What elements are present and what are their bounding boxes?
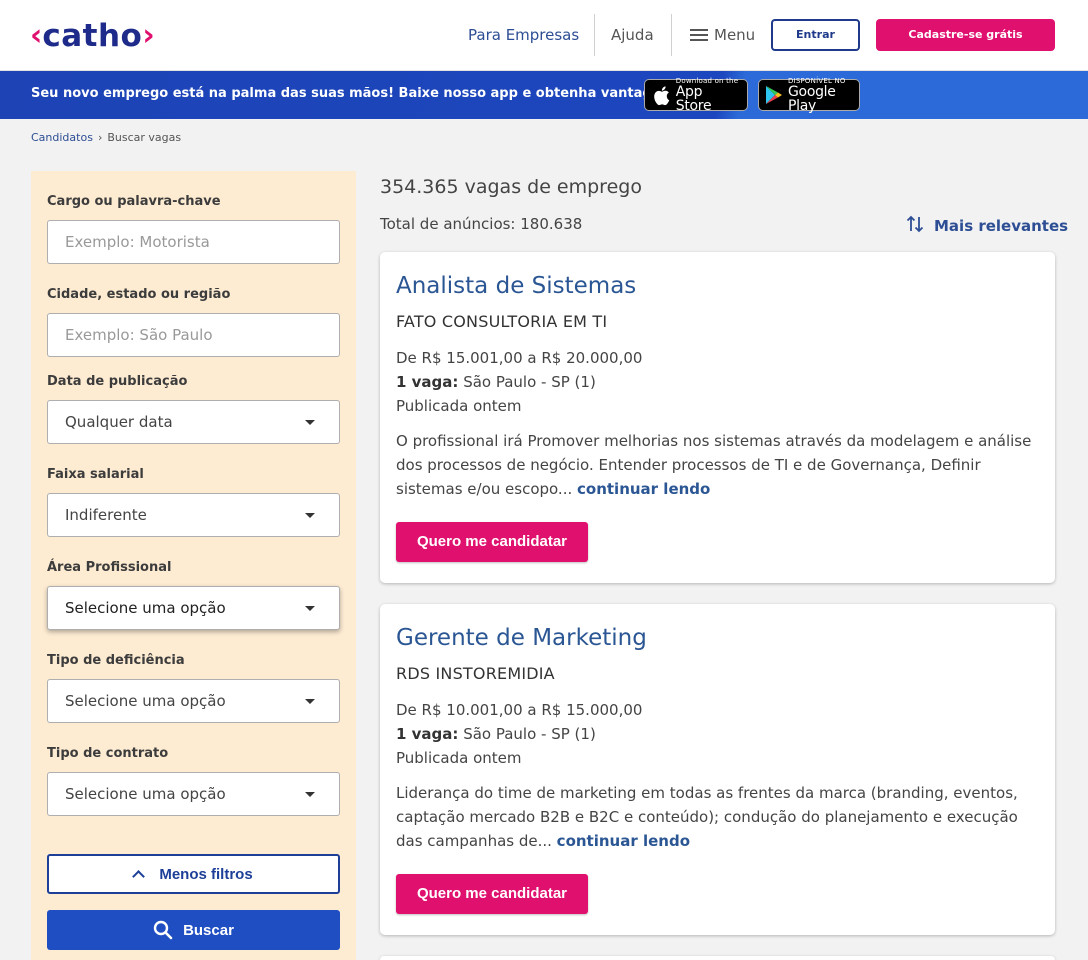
logo-chevron-right-icon: › [142, 18, 155, 53]
buscar-label: Buscar [183, 921, 234, 939]
job-published: Publicada ontem [396, 749, 522, 767]
caret-down-icon [305, 420, 315, 425]
caret-down-icon [305, 699, 315, 704]
job-title[interactable]: Analista de Sistemas [396, 272, 636, 300]
logo-wordmark: catho [42, 18, 143, 54]
job-description: O profissional irá Promover melhorias no… [396, 429, 1044, 501]
filter-sidebar: Cargo ou palavra-chave Exemplo: Motorist… [31, 171, 356, 960]
cidade-input[interactable]: Exemplo: São Paulo [47, 313, 340, 357]
menu-label: Menu [714, 26, 756, 44]
cargo-input[interactable]: Exemplo: Motorista [47, 220, 340, 264]
job-card: Analista de Sistemas FATO CONSULTORIA EM… [380, 252, 1055, 583]
faixa-salarial-value: Indiferente [65, 506, 147, 524]
cadastre-button[interactable]: Cadastre-se grátis [876, 19, 1055, 51]
job-company: RDS INSTOREMIDIA [396, 664, 555, 683]
data-publicacao-label: Data de publicação [47, 374, 188, 389]
google-play-big-text: Google Play [788, 83, 836, 114]
buscar-button[interactable]: Buscar [47, 910, 340, 950]
job-description-text: O profissional irá Promover melhorias no… [396, 432, 1032, 498]
job-published: Publicada ontem [396, 397, 522, 415]
job-vaga-location: 1 vaga: São Paulo - SP (1) [396, 724, 596, 744]
catho-logo[interactable]: ‹ catho › [30, 18, 155, 54]
apply-button[interactable]: Quero me candidatar [396, 874, 588, 914]
job-salary: De R$ 15.001,00 a R$ 20.000,00 [396, 349, 643, 367]
apple-icon [651, 84, 671, 106]
job-description: Liderança do time de marketing em todas … [396, 781, 1044, 853]
data-publicacao-select[interactable]: Qualquer data [47, 400, 340, 444]
menu-button[interactable]: Menu [690, 24, 755, 46]
job-description-text: Liderança do time de marketing em todas … [396, 784, 1018, 850]
contrato-select[interactable]: Selecione uma opção [47, 772, 340, 816]
menos-filtros-label: Menos filtros [159, 865, 253, 883]
logo-chevron-left-icon: ‹ [30, 18, 43, 53]
faixa-salarial-label: Faixa salarial [47, 467, 144, 482]
results-total: Total de anúncios: 180.638 [380, 215, 583, 233]
deficiencia-select[interactable]: Selecione uma opção [47, 679, 340, 723]
job-title[interactable]: Gerente de Marketing [396, 624, 647, 652]
sort-arrows-icon [906, 215, 924, 233]
app-download-banner: Seu novo emprego está na palma das suas … [0, 71, 1088, 119]
nav-para-empresas[interactable]: Para Empresas [468, 24, 579, 46]
nav-divider [671, 14, 672, 56]
faixa-salarial-select[interactable]: Indiferente [47, 493, 340, 537]
apply-button[interactable]: Quero me candidatar [396, 522, 588, 562]
sort-button[interactable]: Mais relevantes [906, 214, 1068, 238]
chevron-up-icon [132, 869, 146, 883]
job-card: Gerente de Marketing RDS INSTOREMIDIA De… [380, 604, 1055, 935]
cargo-label: Cargo ou palavra-chave [47, 194, 221, 209]
job-vaga-count: 1 vaga: [396, 373, 459, 391]
continuar-lendo-link[interactable]: continuar lendo [557, 832, 690, 850]
breadcrumb: Candidatos › Buscar vagas [31, 130, 181, 146]
job-vaga-location: 1 vaga: São Paulo - SP (1) [396, 372, 596, 392]
app-store-badge[interactable]: Download on the App Store [644, 77, 748, 114]
breadcrumb-candidatos[interactable]: Candidatos [31, 130, 93, 146]
deficiencia-value: Selecione uma opção [65, 692, 226, 710]
google-play-icon [765, 84, 783, 106]
google-play-badge[interactable]: DISPONÍVEL NO Google Play [758, 77, 860, 114]
job-salary: De R$ 10.001,00 a R$ 15.000,00 [396, 701, 643, 719]
job-company: FATO CONSULTORIA EM TI [396, 312, 608, 331]
entrar-button[interactable]: Entrar [771, 19, 860, 51]
top-header: ‹ catho › Para Empresas Ajuda Menu Entra… [0, 0, 1088, 71]
breadcrumb-chevron-icon: › [97, 131, 103, 144]
cidade-label: Cidade, estado ou região [47, 287, 231, 302]
hamburger-icon [690, 28, 708, 42]
deficiencia-label: Tipo de deficiência [47, 653, 185, 668]
area-profissional-value: Selecione uma opção [65, 599, 226, 617]
results-count-title: 354.365 vagas de emprego [380, 176, 642, 198]
continuar-lendo-link[interactable]: continuar lendo [577, 480, 710, 498]
search-icon [153, 920, 173, 940]
contrato-value: Selecione uma opção [65, 785, 226, 803]
menos-filtros-button[interactable]: Menos filtros [47, 854, 340, 894]
sort-label: Mais relevantes [934, 217, 1069, 235]
caret-down-icon [305, 606, 315, 611]
area-profissional-label: Área Profissional [47, 560, 172, 575]
breadcrumb-current: Buscar vagas [107, 131, 182, 144]
job-location: São Paulo - SP (1) [458, 373, 596, 391]
app-banner-message: Seu novo emprego está na palma das suas … [31, 86, 694, 101]
nav-divider [594, 14, 595, 56]
job-card-partial [380, 956, 1055, 960]
job-vaga-count: 1 vaga: [396, 725, 459, 743]
job-location: São Paulo - SP (1) [458, 725, 596, 743]
nav-ajuda[interactable]: Ajuda [611, 24, 654, 46]
caret-down-icon [305, 792, 315, 797]
data-publicacao-value: Qualquer data [65, 413, 173, 431]
caret-down-icon [305, 513, 315, 518]
app-store-big-text: App Store [675, 83, 712, 114]
area-profissional-select[interactable]: Selecione uma opção [47, 586, 340, 630]
contrato-label: Tipo de contrato [47, 746, 169, 761]
